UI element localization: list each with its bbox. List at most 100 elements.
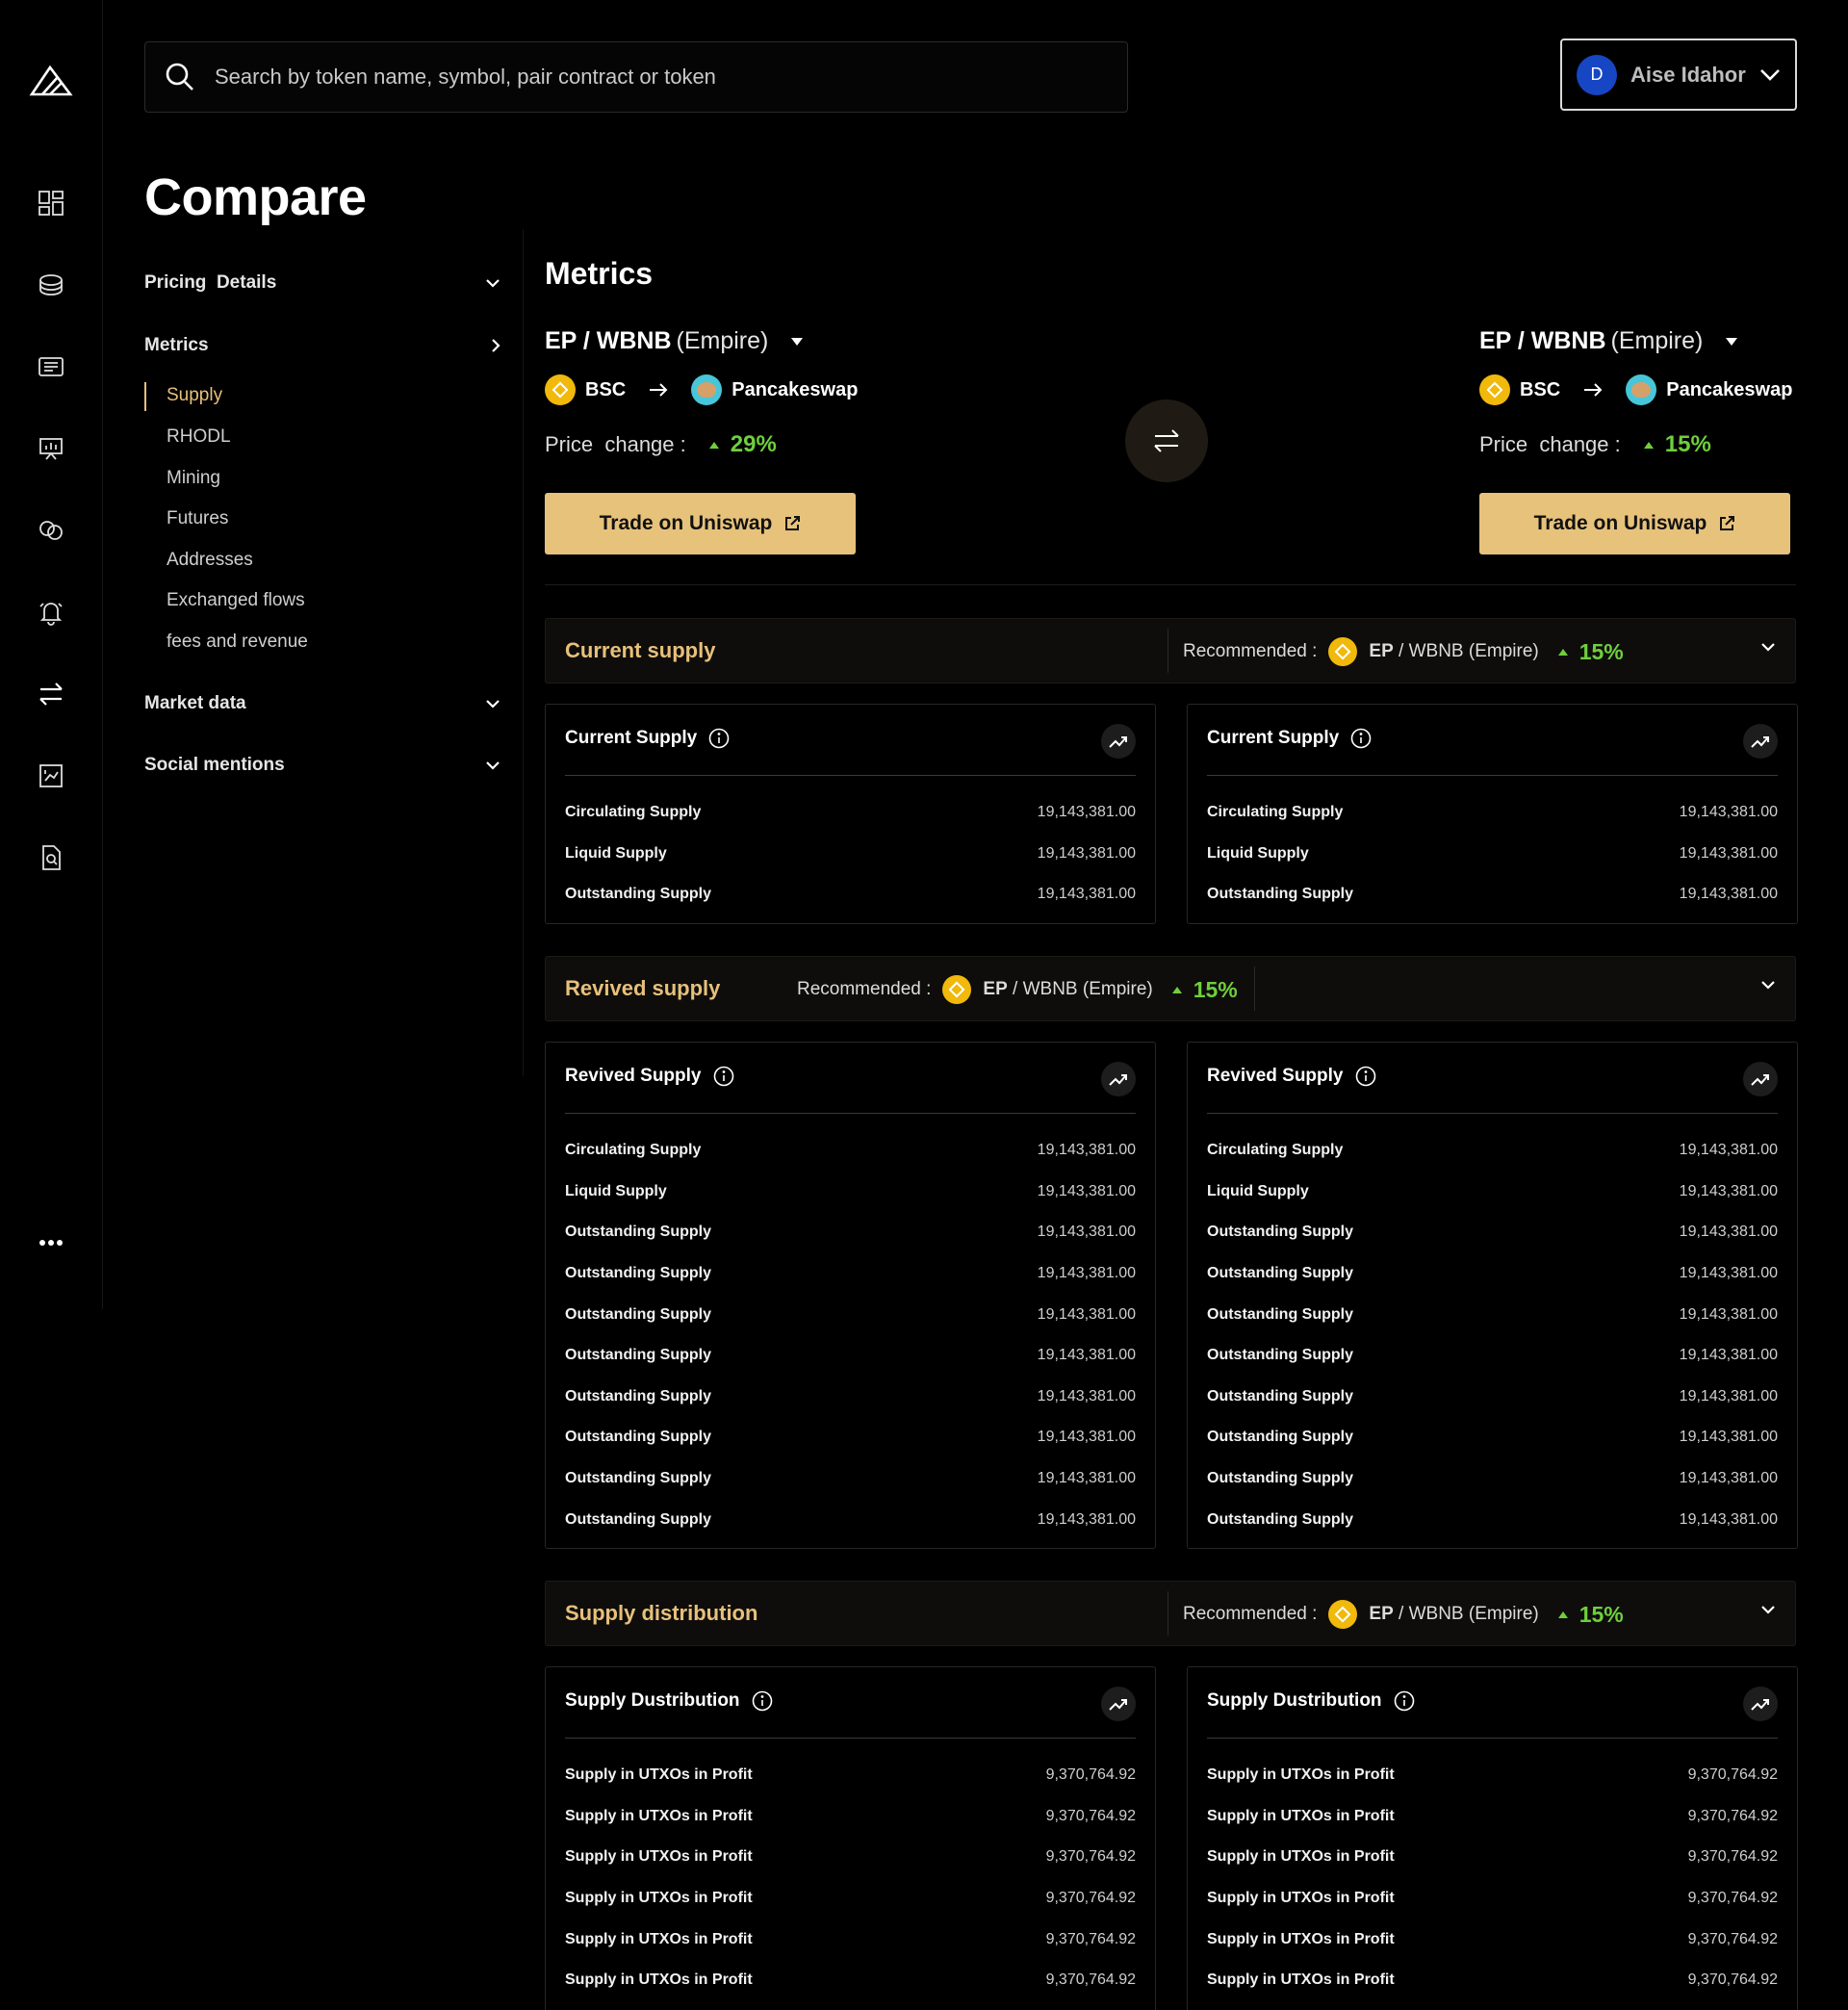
- user-menu[interactable]: D Aise Idahor: [1560, 39, 1797, 111]
- report-icon[interactable]: [35, 760, 67, 792]
- info-icon[interactable]: [713, 1066, 734, 1087]
- swap-tokens-button[interactable]: [1125, 399, 1208, 482]
- left-trade-label: Trade on Uniswap: [599, 512, 773, 534]
- right-price-label: Price change :: [1479, 432, 1621, 456]
- row-value: 9,370,764.92: [1687, 1971, 1778, 1989]
- recommended: Recommended : EP / WBNB (Empire) 15%: [1183, 1595, 1624, 1634]
- table-row: Outstanding Supply 19,143,381.00: [565, 1335, 1136, 1377]
- card-divider: [1207, 775, 1778, 776]
- table-row: Supply in UTXOs in Profit 9,370,764.92: [1207, 1960, 1778, 2001]
- up-arrow-icon: [708, 441, 719, 449]
- card-title: Current Supply: [1207, 728, 1372, 749]
- logo-icon[interactable]: [29, 64, 73, 98]
- swap-arrows-icon[interactable]: [35, 678, 67, 710]
- section-title: Supply distribution: [565, 1601, 758, 1625]
- recommended-pair: / WBNB (Empire): [1393, 641, 1539, 661]
- menu-sub-fees-revenue[interactable]: fees and revenue: [167, 631, 308, 653]
- row-value: 19,143,381.00: [1037, 1224, 1136, 1241]
- search-input[interactable]: [215, 64, 1081, 90]
- row-value: 19,143,381.00: [1679, 1142, 1778, 1159]
- left-trade-button[interactable]: Trade on Uniswap: [545, 493, 856, 554]
- news-icon[interactable]: [35, 350, 67, 383]
- right-pair: EP / WBNB: [1479, 327, 1606, 354]
- info-icon[interactable]: [1350, 728, 1372, 749]
- menu-sub-mining[interactable]: Mining: [167, 468, 220, 489]
- table-row: Outstanding Supply 19,143,381.00: [1207, 1294, 1778, 1335]
- trend-button[interactable]: [1101, 1687, 1136, 1721]
- trend-button[interactable]: [1743, 1687, 1778, 1721]
- row-label: Outstanding Supply: [1207, 1387, 1353, 1404]
- info-icon[interactable]: [1355, 1066, 1376, 1087]
- metric-rows: Circulating Supply 19,143,381.00 Liquid S…: [565, 1130, 1136, 1540]
- search-icon: [166, 63, 193, 90]
- trend-button[interactable]: [1743, 1062, 1778, 1096]
- row-value: 19,143,381.00: [1037, 1142, 1136, 1159]
- metric-rows: Circulating Supply 19,143,381.00 Liquid S…: [1207, 1130, 1778, 1540]
- table-row: Liquid Supply 19,143,381.00: [565, 1172, 1136, 1213]
- row-label: Outstanding Supply: [1207, 1265, 1353, 1282]
- section-divider: [545, 584, 1796, 585]
- coins-icon[interactable]: [35, 269, 67, 301]
- right-change-value: 15%: [1664, 431, 1711, 457]
- caret-down-icon: [1726, 337, 1738, 346]
- more-icon[interactable]: [35, 1226, 67, 1259]
- info-icon[interactable]: [752, 1690, 773, 1712]
- menu-sub-supply[interactable]: Supply: [167, 385, 222, 406]
- table-row: Outstanding Supply 19,143,381.00: [565, 1499, 1136, 1540]
- table-row: Outstanding Supply 19,143,381.00: [1207, 1499, 1778, 1540]
- card-title-text: Current Supply: [565, 728, 698, 748]
- chevron-down-icon[interactable]: [1760, 642, 1776, 652]
- menu-metrics-label: Metrics: [144, 335, 209, 355]
- chevron-down-icon[interactable]: [1760, 980, 1776, 990]
- info-icon[interactable]: [1394, 1690, 1415, 1712]
- chevron-down-icon: [486, 700, 500, 709]
- menu-divider: [523, 229, 524, 1076]
- trend-up-icon: [1109, 1699, 1127, 1711]
- row-value: 9,370,764.92: [1045, 1807, 1136, 1824]
- card-divider: [565, 1113, 1136, 1114]
- row-value: 9,370,764.92: [1687, 1930, 1778, 1947]
- menu-metrics[interactable]: Metrics: [144, 335, 500, 356]
- menu-sub-futures[interactable]: Futures: [167, 508, 228, 529]
- menu-pricing-details[interactable]: Pricing Details: [144, 272, 500, 294]
- row-label: Supply in UTXOs in Profit: [1207, 1971, 1395, 1989]
- row-value: 19,143,381.00: [1037, 1510, 1136, 1528]
- right-trade-button[interactable]: Trade on Uniswap: [1479, 493, 1790, 554]
- section-title: Current supply: [565, 638, 716, 662]
- menu-social-label: Social mentions: [144, 755, 285, 775]
- section-supply-distribution[interactable]: Supply distribution Recommended : EP / W…: [545, 1581, 1796, 1646]
- section-current-supply[interactable]: Current supply Recommended : EP / WBNB (…: [545, 618, 1796, 683]
- presentation-icon[interactable]: [35, 432, 67, 465]
- compare-circles-icon[interactable]: [35, 514, 67, 547]
- menu-sub-rhodl[interactable]: RHODL: [167, 426, 231, 448]
- table-row: Circulating Supply 19,143,381.00: [565, 1130, 1136, 1172]
- left-pair-selector[interactable]: EP / WBNB (Empire): [545, 327, 804, 355]
- menu-pricing-label: Pricing Details: [144, 272, 277, 293]
- trend-button[interactable]: [1101, 1062, 1136, 1096]
- row-label: Outstanding Supply: [565, 1387, 711, 1404]
- external-link-icon: [785, 516, 801, 530]
- card-title-text: Current Supply: [1207, 728, 1340, 748]
- table-row: Circulating Supply 19,143,381.00: [565, 792, 1136, 834]
- menu-market-data[interactable]: Market data: [144, 693, 500, 714]
- trend-button[interactable]: [1743, 724, 1778, 759]
- chevron-down-icon[interactable]: [1760, 1605, 1776, 1614]
- row-value: 19,143,381.00: [1679, 1305, 1778, 1323]
- section-revived-supply[interactable]: Revived supply Recommended : EP / WBNB (…: [545, 956, 1796, 1021]
- info-icon[interactable]: [708, 728, 730, 749]
- menu-social-mentions[interactable]: Social mentions: [144, 755, 500, 776]
- search-bar[interactable]: [144, 41, 1128, 113]
- table-row: Supply in UTXOs in Profit 9,370,764.92: [565, 1960, 1136, 2001]
- row-label: Circulating Supply: [565, 1142, 702, 1159]
- menu-sub-addresses[interactable]: Addresses: [167, 550, 253, 571]
- right-pair-selector[interactable]: EP / WBNB (Empire): [1479, 327, 1738, 355]
- dashboard-icon[interactable]: [35, 187, 67, 219]
- table-row: Liquid Supply 19,143,381.00: [1207, 834, 1778, 875]
- trend-button[interactable]: [1101, 724, 1136, 759]
- menu-sub-exchanged-flows[interactable]: Exchanged flows: [167, 590, 305, 611]
- bsc-coin-icon: [1479, 374, 1510, 405]
- right-chain: BSC: [1520, 378, 1561, 400]
- search-document-icon[interactable]: [35, 841, 67, 874]
- bell-icon[interactable]: [35, 596, 67, 629]
- row-label: Supply in UTXOs in Profit: [565, 1930, 753, 1947]
